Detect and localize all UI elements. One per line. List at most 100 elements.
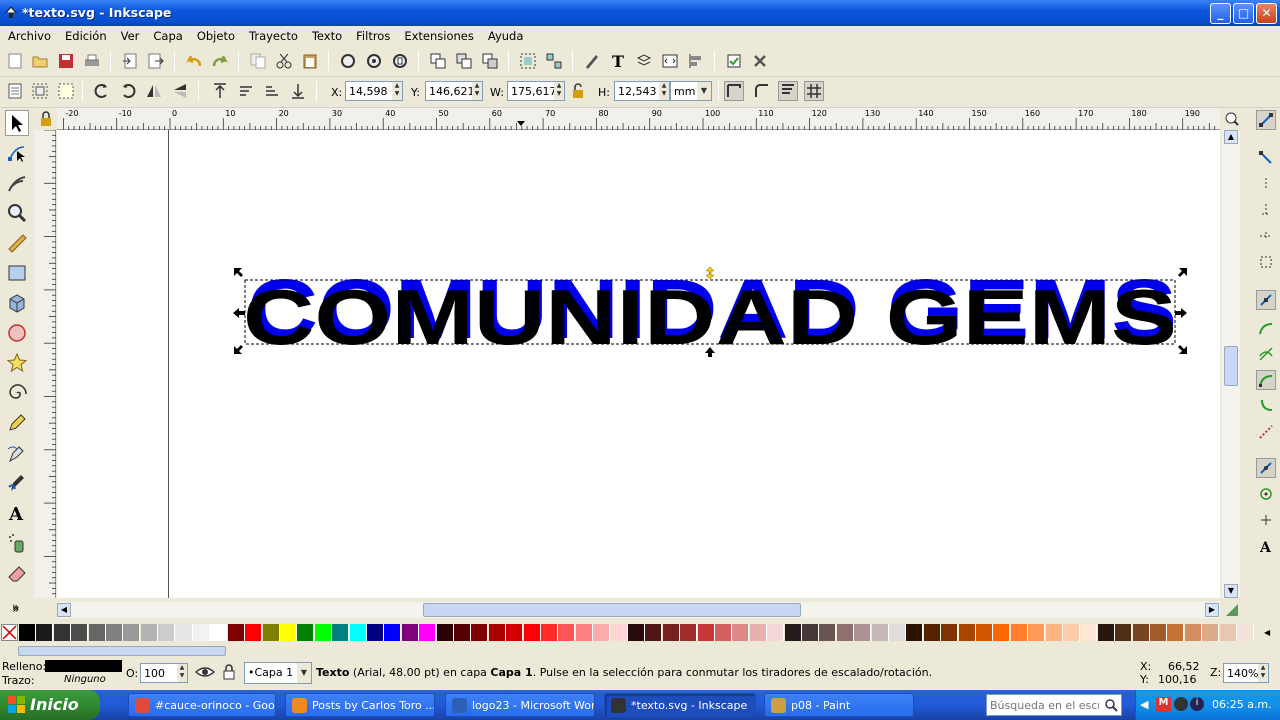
color-swatch[interactable]	[245, 624, 263, 641]
gmail-tray-icon[interactable]: M	[1156, 697, 1171, 712]
menu-edicion[interactable]: Edición	[58, 26, 114, 43]
color-swatch[interactable]	[454, 624, 471, 641]
export-icon[interactable]	[146, 51, 166, 71]
search-box[interactable]	[986, 694, 1122, 716]
color-swatch[interactable]	[71, 624, 89, 641]
raise-icon[interactable]	[236, 81, 256, 101]
color-swatch[interactable]	[419, 624, 437, 641]
color-swatch[interactable]	[976, 624, 993, 641]
color-swatch[interactable]	[958, 624, 976, 641]
scroll-right-arrow[interactable]: ▶	[1205, 603, 1219, 617]
color-swatch[interactable]	[401, 624, 419, 641]
color-swatch[interactable]	[1184, 624, 1202, 641]
chevron-down-icon[interactable]: ▼	[697, 82, 711, 100]
menu-texto[interactable]: Texto	[305, 26, 349, 43]
close-button[interactable]: ✕	[1256, 3, 1277, 24]
lower-to-bottom-icon[interactable]	[288, 81, 308, 101]
color-swatch[interactable]	[923, 624, 941, 641]
opacity-field[interactable]: 100 ▲ ▼	[140, 663, 188, 683]
new-document-icon[interactable]	[5, 51, 25, 71]
copy-icon[interactable]	[248, 51, 268, 71]
color-swatch[interactable]	[802, 624, 819, 641]
color-swatch[interactable]	[262, 624, 280, 641]
color-swatch[interactable]	[332, 624, 350, 641]
color-swatch[interactable]	[140, 624, 158, 641]
duplicate-icon[interactable]	[428, 51, 448, 71]
x-stepper[interactable]: ▲ ▼	[392, 82, 402, 100]
color-swatch[interactable]	[715, 624, 732, 641]
save-icon[interactable]	[56, 51, 76, 71]
color-swatch[interactable]	[1150, 624, 1167, 641]
eye-visibility-icon[interactable]	[194, 664, 216, 682]
ellipse-tool-icon[interactable]	[5, 320, 29, 346]
color-swatch[interactable]	[1202, 624, 1220, 641]
pencil-tool-icon[interactable]	[5, 410, 29, 436]
menu-ayuda[interactable]: Ayuda	[481, 26, 531, 43]
clone-icon[interactable]	[454, 51, 474, 71]
color-swatch[interactable]	[1167, 624, 1185, 641]
task-chrome[interactable]: #cauce-orinoco - Goo...	[128, 693, 276, 717]
menu-archivo[interactable]: Archivo	[0, 26, 58, 43]
transform-patterns-icon[interactable]	[804, 81, 824, 101]
3d-box-tool-icon[interactable]	[5, 290, 29, 316]
snap-midpoints-icon[interactable]	[1256, 422, 1276, 442]
color-swatch[interactable]	[697, 624, 715, 641]
zoom-page-icon[interactable]	[390, 51, 410, 71]
color-swatch[interactable]	[993, 624, 1011, 641]
color-swatch[interactable]	[471, 624, 489, 641]
menu-filtros[interactable]: Filtros	[349, 26, 397, 43]
color-swatch[interactable]	[767, 624, 785, 641]
color-swatch[interactable]	[593, 624, 611, 641]
snap-bbox-icon[interactable]	[1256, 148, 1276, 168]
minimize-button[interactable]: _	[1210, 3, 1231, 24]
tray-expand-icon[interactable]: ◀	[1140, 698, 1148, 711]
color-swatch[interactable]	[175, 624, 193, 641]
task-firefox[interactable]: Posts by Carlos Toro ...	[285, 693, 435, 717]
color-swatch[interactable]	[36, 624, 54, 641]
color-swatch[interactable]	[1045, 624, 1063, 641]
y-stepper[interactable]: ▲ ▼	[472, 82, 482, 100]
zoom-corner-icon[interactable]	[1222, 108, 1242, 130]
snap-text-baseline-icon[interactable]: A	[1256, 536, 1276, 556]
vertical-ruler[interactable]	[34, 129, 56, 598]
y-field[interactable]: 146,621 ▲ ▼	[425, 81, 483, 101]
flip-vertical-icon[interactable]	[170, 81, 190, 101]
lower-icon[interactable]	[262, 81, 282, 101]
tweak-tool-icon[interactable]	[5, 170, 29, 196]
scroll-down-arrow[interactable]: ▼	[1224, 584, 1238, 598]
paste-icon[interactable]	[300, 51, 320, 71]
snap-bbox-edge-icon[interactable]	[1256, 174, 1276, 194]
palette-scrollbar[interactable]	[0, 645, 1280, 657]
snap-rotation-center-icon[interactable]	[1256, 510, 1276, 530]
color-swatch[interactable]	[628, 624, 645, 641]
task-paint[interactable]: p08 - Paint	[764, 693, 914, 717]
scale-corners-icon[interactable]	[752, 81, 772, 101]
snap-cusp-nodes-icon[interactable]	[1256, 370, 1276, 390]
color-swatch[interactable]	[506, 624, 524, 641]
select-all-icon[interactable]	[5, 81, 25, 101]
color-swatch[interactable]	[19, 624, 36, 641]
color-swatch[interactable]	[53, 624, 71, 641]
calligraphy-tool-icon[interactable]	[5, 470, 29, 496]
color-swatch[interactable]	[297, 624, 315, 641]
menu-ver[interactable]: Ver	[114, 26, 147, 43]
align-distribute-icon[interactable]	[686, 51, 706, 71]
chevron-down-icon[interactable]: ▼	[297, 663, 311, 683]
rotate-cw-icon[interactable]	[118, 81, 138, 101]
snap-others-icon[interactable]	[1256, 458, 1276, 478]
network-tray-icon[interactable]	[1174, 697, 1188, 711]
color-swatch[interactable]	[784, 624, 802, 641]
horizontal-scroll-thumb[interactable]	[423, 603, 801, 617]
lock-guides-icon[interactable]	[38, 110, 54, 128]
w-field[interactable]: 175,617 ▲ ▼	[507, 81, 565, 101]
menu-capa[interactable]: Capa	[146, 26, 189, 43]
horizontal-scrollbar[interactable]: ◀ ▶	[57, 602, 1220, 618]
vertical-scrollbar[interactable]: ▲ ▼	[1222, 130, 1240, 598]
zoom-field[interactable]: 140% ▲ ▼	[1223, 663, 1269, 683]
import-icon[interactable]	[120, 51, 140, 71]
color-swatch[interactable]	[123, 624, 141, 641]
menu-trayecto[interactable]: Trayecto	[242, 26, 305, 43]
color-swatch[interactable]	[732, 624, 750, 641]
palette-scroll-arrow[interactable]: ◀	[1264, 624, 1278, 641]
w-stepper[interactable]: ▲ ▼	[554, 82, 564, 100]
